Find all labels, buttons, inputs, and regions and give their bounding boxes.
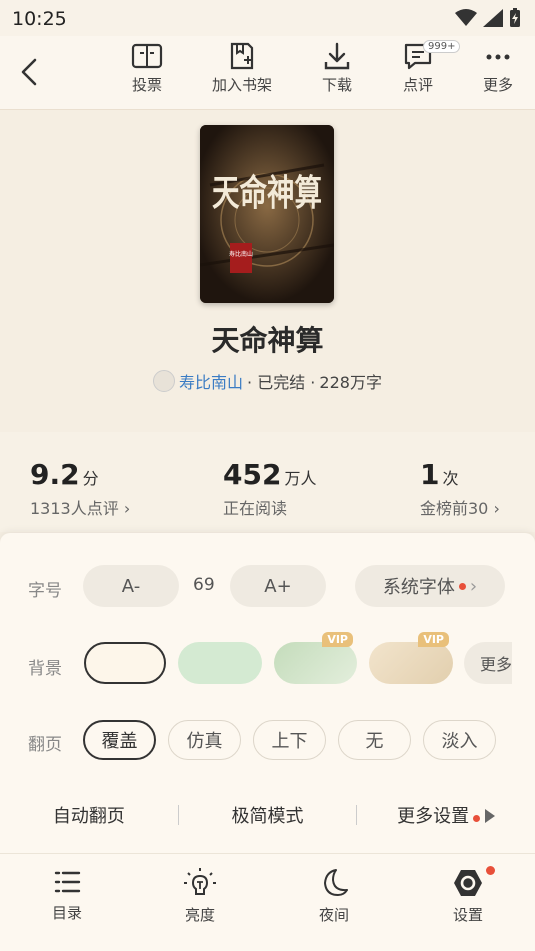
font-family-label: 系统字体 [382, 577, 455, 598]
author-link[interactable]: 寿比南山 [179, 369, 243, 393]
vote-button[interactable]: 投票 [107, 42, 187, 95]
battery-icon [510, 8, 520, 27]
rank-unit: 次 [442, 469, 459, 488]
bg-option-green[interactable] [178, 642, 262, 684]
settings-links-row: 自动翻页 极简模式 更多设置 [0, 791, 535, 839]
back-arrow-icon [21, 58, 37, 86]
turn-option-vertical[interactable]: 上下 [253, 720, 326, 760]
night-mode-icon [324, 869, 348, 896]
back-button[interactable] [14, 54, 44, 90]
chevron-right-icon: › [123, 499, 131, 518]
wifi-icon [455, 9, 477, 26]
minimal-mode-button[interactable]: 极简模式 [179, 802, 357, 828]
auto-turn-button[interactable]: 自动翻页 [0, 802, 178, 828]
bg-option-cream[interactable] [84, 642, 166, 684]
author-avatar[interactable] [153, 370, 176, 392]
add-bookshelf-icon [230, 42, 254, 70]
status-time: 10:25 [12, 8, 67, 30]
book-status: · 已完结 · [247, 373, 316, 392]
vip-badge: VIP [418, 632, 449, 647]
signal-icon [483, 9, 503, 27]
font-family-button[interactable]: 系统字体 › [355, 565, 505, 607]
nav-brightness-label: 亮度 [184, 906, 215, 924]
score-unit: 分 [82, 469, 99, 488]
cover-art: 天命神算 寿比南山 [200, 125, 334, 303]
cover-title: 天命神算 [212, 172, 322, 214]
rank-stat[interactable]: 1次 金榜前30 › [420, 458, 500, 519]
brightness-icon [184, 868, 216, 895]
status-bar: 10:25 [0, 0, 535, 36]
vip-badge: VIP [322, 632, 353, 647]
font-decrease-button[interactable]: A- [83, 565, 179, 607]
nav-brightness[interactable]: 亮度 [160, 868, 240, 925]
readers-unit: 万人 [284, 469, 317, 488]
vote-label: 投票 [131, 76, 162, 94]
score-value: 9.2 [30, 458, 80, 491]
settings-notification-dot [486, 866, 495, 875]
readers-sub: 正在阅读 [223, 499, 288, 518]
more-settings-button[interactable]: 更多设置 [357, 802, 535, 828]
score-stat[interactable]: 9.2 分 1313人点评 › [30, 458, 130, 519]
book-stats: 9.2 分 1313人点评 › 452 万人 正在阅读 1次 金榜前30 › [0, 432, 535, 532]
book-meta: 寿比南山 · 已完结 · 228万字 [0, 369, 535, 393]
settings-icon [454, 870, 482, 896]
add-bookshelf-button[interactable]: 加入书架 [202, 42, 282, 95]
catalog-icon [54, 871, 81, 893]
nav-settings-label: 设置 [452, 906, 483, 924]
chevron-right-icon: › [469, 575, 478, 597]
turn-option-cover[interactable]: 覆盖 [83, 720, 156, 760]
page-turn-label: 翻页 [28, 735, 62, 755]
cover-author: 寿比南山 [229, 250, 253, 258]
more-icon [486, 54, 510, 60]
font-size-value: 69 [193, 575, 215, 595]
book-info: 天命神算 寿比南山 天命神算 寿比南山 · 已完结 · 228万字 [0, 111, 535, 431]
more-button[interactable]: 更多 [458, 42, 535, 95]
comment-label: 点评 [402, 76, 433, 94]
book-title: 天命神算 [211, 324, 324, 357]
turn-option-none[interactable]: 无 [338, 720, 411, 760]
new-dot [473, 815, 481, 822]
reader-settings-panel: 字号 A- 69 A+ 系统字体 › 背景 VIP VIP 更多 翻页 覆盖 仿真… [0, 533, 535, 853]
nav-settings[interactable]: 设置 [428, 868, 508, 925]
readers-value: 452 [223, 458, 282, 491]
bg-option-leaf[interactable]: VIP [274, 632, 357, 684]
new-dot [458, 582, 466, 590]
more-settings-label: 更多设置 [397, 806, 470, 827]
background-label: 背景 [28, 659, 62, 679]
comment-count-badge: 999+ [423, 40, 461, 53]
download-icon [324, 42, 350, 70]
add-bookshelf-label: 加入书架 [211, 76, 272, 94]
bg-more-button[interactable]: 更多 [464, 642, 512, 684]
chevron-right-icon: › [493, 499, 500, 518]
review-count: 1313人点评 [30, 499, 119, 518]
bottom-nav: 目录 亮度 夜间 设置 [0, 853, 535, 951]
font-size-label: 字号 [28, 581, 62, 601]
turn-option-fade[interactable]: 淡入 [423, 720, 496, 760]
triangle-right-icon [485, 809, 496, 823]
nav-night-mode-label: 夜间 [318, 906, 349, 924]
more-label: 更多 [482, 76, 513, 94]
turn-option-simulation[interactable]: 仿真 [168, 720, 241, 760]
readers-stat: 452 万人 正在阅读 [223, 458, 316, 519]
font-increase-button[interactable]: A+ [230, 565, 326, 607]
nav-catalog[interactable]: 目录 [27, 868, 107, 923]
rank-value: 1 [420, 458, 440, 491]
book-cover[interactable]: 天命神算 寿比南山 [200, 125, 334, 303]
download-label: 下载 [321, 76, 352, 94]
nav-catalog-label: 目录 [51, 904, 82, 922]
status-icons [455, 8, 521, 28]
download-button[interactable]: 下载 [297, 42, 377, 95]
word-count: 228万字 [319, 373, 382, 392]
bg-option-ink[interactable]: VIP [369, 632, 453, 684]
top-toolbar: 投票 加入书架 下载 999+ 点评 更多 [0, 36, 535, 110]
comment-button[interactable]: 999+ 点评 [378, 40, 461, 95]
vote-icon [131, 43, 163, 69]
nav-night-mode[interactable]: 夜间 [294, 868, 374, 925]
rank-sub: 金榜前30 [420, 499, 489, 518]
